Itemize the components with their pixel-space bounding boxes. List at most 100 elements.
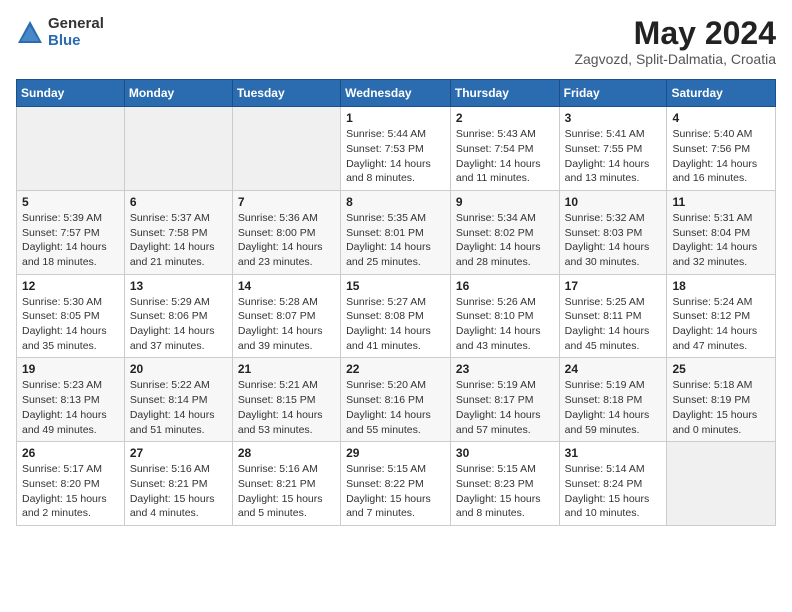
day-number: 14	[238, 279, 335, 293]
day-info: Sunrise: 5:37 AM Sunset: 7:58 PM Dayligh…	[130, 211, 227, 270]
day-info: Sunrise: 5:19 AM Sunset: 8:17 PM Dayligh…	[456, 378, 554, 437]
day-info: Sunrise: 5:28 AM Sunset: 8:07 PM Dayligh…	[238, 295, 335, 354]
day-cell: 25 Sunrise: 5:18 AM Sunset: 8:19 PM Dayli…	[667, 358, 776, 442]
day-cell: 2Sunrise: 5:43 AM Sunset: 7:54 PM Daylig…	[450, 107, 559, 191]
day-info: Sunrise: 5:41 AM Sunset: 7:55 PM Dayligh…	[565, 127, 662, 186]
day-number: 1	[346, 111, 445, 125]
day-number: 28	[238, 446, 335, 460]
day-cell: 7 Sunrise: 5:36 AM Sunset: 8:00 PM Daylig…	[232, 190, 340, 274]
day-cell	[232, 107, 340, 191]
day-info: Sunrise: 5:19 AM Sunset: 8:18 PM Dayligh…	[565, 378, 662, 437]
day-cell: 31 Sunrise: 5:14 AM Sunset: 8:24 PM Dayli…	[559, 442, 667, 526]
day-number: 15	[346, 279, 445, 293]
day-cell: 20 Sunrise: 5:22 AM Sunset: 8:14 PM Dayli…	[124, 358, 232, 442]
header-monday: Monday	[124, 80, 232, 107]
calendar-title: May 2024	[574, 16, 776, 51]
header-wednesday: Wednesday	[341, 80, 451, 107]
day-cell: 23 Sunrise: 5:19 AM Sunset: 8:17 PM Dayli…	[450, 358, 559, 442]
day-number: 20	[130, 362, 227, 376]
day-info: Sunrise: 5:16 AM Sunset: 8:21 PM Dayligh…	[130, 462, 227, 521]
logo-text: General Blue	[48, 16, 104, 49]
day-info: Sunrise: 5:26 AM Sunset: 8:10 PM Dayligh…	[456, 295, 554, 354]
day-number: 4	[672, 111, 770, 125]
day-info: Sunrise: 5:18 AM Sunset: 8:19 PM Dayligh…	[672, 378, 770, 437]
day-info: Sunrise: 5:40 AM Sunset: 7:56 PM Dayligh…	[672, 127, 770, 186]
week-row-3: 12Sunrise: 5:30 AM Sunset: 8:05 PM Dayli…	[17, 274, 776, 358]
day-cell	[124, 107, 232, 191]
day-number: 11	[672, 195, 770, 209]
day-info: Sunrise: 5:31 AM Sunset: 8:04 PM Dayligh…	[672, 211, 770, 270]
day-info: Sunrise: 5:23 AM Sunset: 8:13 PM Dayligh…	[22, 378, 119, 437]
day-cell: 14 Sunrise: 5:28 AM Sunset: 8:07 PM Dayli…	[232, 274, 340, 358]
day-info: Sunrise: 5:24 AM Sunset: 8:12 PM Dayligh…	[672, 295, 770, 354]
day-number: 25	[672, 362, 770, 376]
day-number: 22	[346, 362, 445, 376]
page-header: General Blue May 2024 Zagvozd, Split-Dal…	[16, 16, 776, 67]
day-cell: 27 Sunrise: 5:16 AM Sunset: 8:21 PM Dayli…	[124, 442, 232, 526]
day-info: Sunrise: 5:34 AM Sunset: 8:02 PM Dayligh…	[456, 211, 554, 270]
day-cell: 17 Sunrise: 5:25 AM Sunset: 8:11 PM Dayli…	[559, 274, 667, 358]
day-number: 31	[565, 446, 662, 460]
logo-icon	[16, 19, 44, 47]
week-row-2: 5Sunrise: 5:39 AM Sunset: 7:57 PM Daylig…	[17, 190, 776, 274]
day-cell: 3 Sunrise: 5:41 AM Sunset: 7:55 PM Daylig…	[559, 107, 667, 191]
day-cell	[667, 442, 776, 526]
day-cell: 5Sunrise: 5:39 AM Sunset: 7:57 PM Daylig…	[17, 190, 125, 274]
day-info: Sunrise: 5:39 AM Sunset: 7:57 PM Dayligh…	[22, 211, 119, 270]
day-info: Sunrise: 5:35 AM Sunset: 8:01 PM Dayligh…	[346, 211, 445, 270]
day-info: Sunrise: 5:15 AM Sunset: 8:22 PM Dayligh…	[346, 462, 445, 521]
week-row-5: 26 Sunrise: 5:17 AM Sunset: 8:20 PM Dayli…	[17, 442, 776, 526]
header-thursday: Thursday	[450, 80, 559, 107]
day-cell: 12Sunrise: 5:30 AM Sunset: 8:05 PM Dayli…	[17, 274, 125, 358]
day-number: 3	[565, 111, 662, 125]
day-number: 17	[565, 279, 662, 293]
calendar-table: SundayMondayTuesdayWednesdayThursdayFrid…	[16, 79, 776, 526]
title-block: May 2024 Zagvozd, Split-Dalmatia, Croati…	[574, 16, 776, 67]
day-cell: 19Sunrise: 5:23 AM Sunset: 8:13 PM Dayli…	[17, 358, 125, 442]
day-cell: 13 Sunrise: 5:29 AM Sunset: 8:06 PM Dayli…	[124, 274, 232, 358]
day-cell: 15 Sunrise: 5:27 AM Sunset: 8:08 PM Dayli…	[341, 274, 451, 358]
week-row-1: 1Sunrise: 5:44 AM Sunset: 7:53 PM Daylig…	[17, 107, 776, 191]
day-cell: 16 Sunrise: 5:26 AM Sunset: 8:10 PM Dayli…	[450, 274, 559, 358]
day-cell: 10 Sunrise: 5:32 AM Sunset: 8:03 PM Dayli…	[559, 190, 667, 274]
day-cell: 28 Sunrise: 5:16 AM Sunset: 8:21 PM Dayli…	[232, 442, 340, 526]
day-number: 6	[130, 195, 227, 209]
day-cell	[17, 107, 125, 191]
day-number: 27	[130, 446, 227, 460]
logo: General Blue	[16, 16, 104, 49]
day-cell: 11 Sunrise: 5:31 AM Sunset: 8:04 PM Dayli…	[667, 190, 776, 274]
day-number: 7	[238, 195, 335, 209]
day-info: Sunrise: 5:21 AM Sunset: 8:15 PM Dayligh…	[238, 378, 335, 437]
day-number: 16	[456, 279, 554, 293]
day-info: Sunrise: 5:32 AM Sunset: 8:03 PM Dayligh…	[565, 211, 662, 270]
day-cell: 22Sunrise: 5:20 AM Sunset: 8:16 PM Dayli…	[341, 358, 451, 442]
day-info: Sunrise: 5:14 AM Sunset: 8:24 PM Dayligh…	[565, 462, 662, 521]
logo-blue: Blue	[48, 33, 104, 50]
day-cell: 21 Sunrise: 5:21 AM Sunset: 8:15 PM Dayli…	[232, 358, 340, 442]
day-info: Sunrise: 5:16 AM Sunset: 8:21 PM Dayligh…	[238, 462, 335, 521]
day-number: 26	[22, 446, 119, 460]
day-info: Sunrise: 5:29 AM Sunset: 8:06 PM Dayligh…	[130, 295, 227, 354]
day-info: Sunrise: 5:36 AM Sunset: 8:00 PM Dayligh…	[238, 211, 335, 270]
day-cell: 18Sunrise: 5:24 AM Sunset: 8:12 PM Dayli…	[667, 274, 776, 358]
day-cell: 4 Sunrise: 5:40 AM Sunset: 7:56 PM Daylig…	[667, 107, 776, 191]
day-info: Sunrise: 5:30 AM Sunset: 8:05 PM Dayligh…	[22, 295, 119, 354]
week-row-4: 19Sunrise: 5:23 AM Sunset: 8:13 PM Dayli…	[17, 358, 776, 442]
day-number: 24	[565, 362, 662, 376]
day-cell: 1Sunrise: 5:44 AM Sunset: 7:53 PM Daylig…	[341, 107, 451, 191]
header-saturday: Saturday	[667, 80, 776, 107]
day-info: Sunrise: 5:25 AM Sunset: 8:11 PM Dayligh…	[565, 295, 662, 354]
day-number: 23	[456, 362, 554, 376]
day-cell: 30Sunrise: 5:15 AM Sunset: 8:23 PM Dayli…	[450, 442, 559, 526]
calendar-body: 1Sunrise: 5:44 AM Sunset: 7:53 PM Daylig…	[17, 107, 776, 526]
day-cell: 26 Sunrise: 5:17 AM Sunset: 8:20 PM Dayli…	[17, 442, 125, 526]
day-number: 10	[565, 195, 662, 209]
day-info: Sunrise: 5:22 AM Sunset: 8:14 PM Dayligh…	[130, 378, 227, 437]
day-info: Sunrise: 5:43 AM Sunset: 7:54 PM Dayligh…	[456, 127, 554, 186]
day-info: Sunrise: 5:17 AM Sunset: 8:20 PM Dayligh…	[22, 462, 119, 521]
day-info: Sunrise: 5:27 AM Sunset: 8:08 PM Dayligh…	[346, 295, 445, 354]
day-cell: 8Sunrise: 5:35 AM Sunset: 8:01 PM Daylig…	[341, 190, 451, 274]
day-number: 21	[238, 362, 335, 376]
day-cell: 24 Sunrise: 5:19 AM Sunset: 8:18 PM Dayli…	[559, 358, 667, 442]
day-number: 13	[130, 279, 227, 293]
